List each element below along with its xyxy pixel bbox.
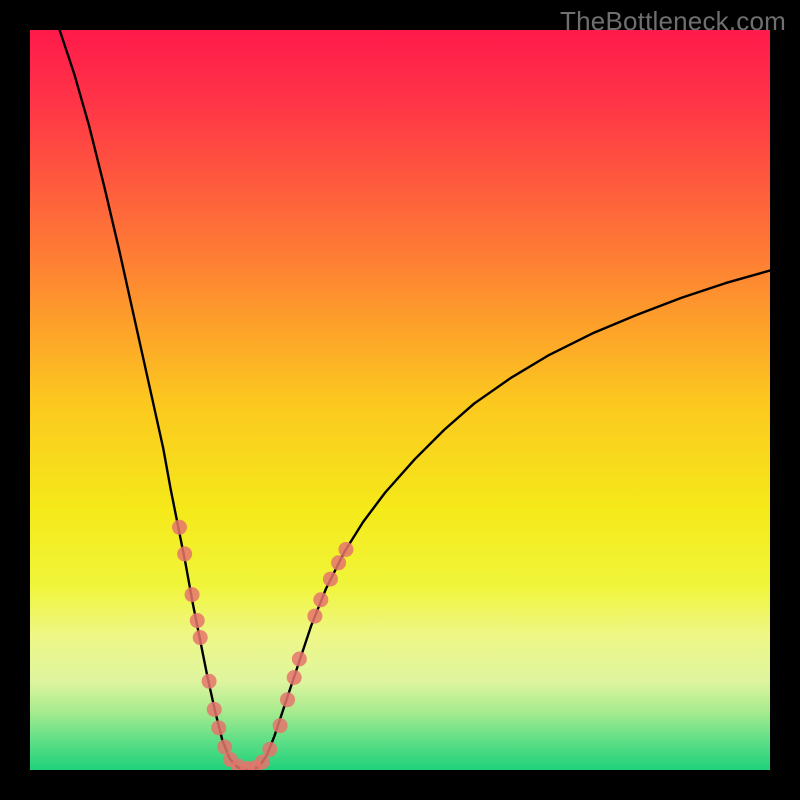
chart-svg [30,30,770,770]
scatter-dot [207,702,222,717]
scatter-dot [193,630,208,645]
plot-area [30,30,770,770]
scatter-dot [185,587,200,602]
scatter-dot [338,542,353,557]
scatter-dot [323,572,338,587]
scatter-dot [202,674,217,689]
scatter-dot [190,613,205,628]
gradient-background [30,30,770,770]
scatter-dot [177,546,192,561]
scatter-dot [292,652,307,667]
watermark-text: TheBottleneck.com [560,6,786,37]
scatter-dot [172,520,187,535]
scatter-dot [262,742,277,757]
scatter-dot [331,555,346,570]
chart-frame: TheBottleneck.com [0,0,800,800]
scatter-dot [307,609,322,624]
scatter-dot [255,754,270,769]
scatter-dot [313,592,328,607]
scatter-dot [280,692,295,707]
scatter-dot [273,718,288,733]
scatter-dot [287,670,302,685]
scatter-dot [211,720,226,735]
